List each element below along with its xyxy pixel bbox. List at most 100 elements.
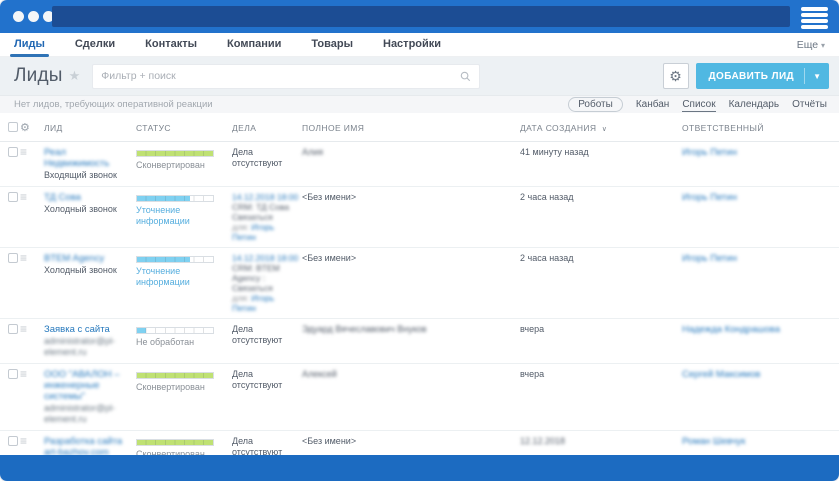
lead-link[interactable]: ТД Сова — [44, 192, 134, 203]
fullname-cell: Алексей — [302, 363, 520, 431]
hamburger-menu-icon[interactable] — [801, 7, 828, 31]
row-menu-icon[interactable]: ≡ — [20, 367, 27, 381]
table-row: ≡ BTEM Agency Холодный звонок Уточнение инф… — [0, 247, 839, 319]
lead-link[interactable]: Заявка с сайта — [44, 324, 134, 335]
view-tab-3[interactable]: Календарь — [729, 98, 779, 111]
main-nav-items: Лиды Сделки Контакты Компании Товары Настройк… — [6, 33, 463, 57]
header-checkbox-cell — [0, 113, 20, 142]
header-gear-cell: ⚙ — [20, 113, 44, 142]
activity-line: Связаться — [232, 212, 273, 222]
created-date-text: 2 часа назад — [520, 253, 574, 263]
table-row: ≡ ООО "АВАЛОН – инженерные системы" admini… — [0, 363, 839, 431]
activity-cell: 14.12.2018 18:00 CRM: ТД Сова Связаться для… — [232, 186, 302, 248]
column-header-1[interactable]: СТАТУС — [136, 113, 232, 142]
activity-cell: 14.12.2018 18:00 CRM: BTEM Agency : Связать… — [232, 247, 302, 319]
column-header-5[interactable]: ОТВЕТСТВЕННЫЙ — [682, 113, 839, 142]
lead-cell: Разработка сайта art-bazhov.cominfo@pl-e… — [44, 430, 136, 455]
row-checkbox[interactable] — [8, 369, 18, 379]
activity-date-link[interactable]: 14.12.2018 18:00 — [232, 253, 300, 263]
responsible-link[interactable]: Игорь Петин — [682, 253, 737, 264]
chevron-down-icon[interactable]: ▼ — [805, 72, 829, 81]
add-lead-label: ДОБАВИТЬ ЛИД — [708, 70, 795, 82]
row-checkbox-cell — [0, 318, 20, 364]
nav-tab-2[interactable]: Контакты — [137, 33, 205, 56]
view-tab-2[interactable]: Список — [682, 98, 716, 112]
toolbar: Лиды ★ ⚙ ДОБАВИТЬ ЛИД ▼ — [0, 57, 839, 95]
responsible-link[interactable]: Надежда Кондрашова — [682, 324, 780, 335]
leads-table-wrap: ⚙ ЛИД СТАТУС ДЕЛА ПОЛНОЕ ИМЯ ДАТА СОЗДАНИЯ ∨ О… — [0, 113, 839, 455]
row-menu-icon[interactable]: ≡ — [20, 145, 27, 159]
add-lead-button[interactable]: ДОБАВИТЬ ЛИД ▼ — [695, 63, 829, 89]
filter-search-box[interactable] — [92, 63, 481, 89]
row-checkbox[interactable] — [8, 147, 18, 157]
row-menu-icon[interactable]: ≡ — [20, 190, 27, 204]
grid-settings-gear-icon[interactable]: ⚙ — [20, 122, 30, 134]
fullname-cell: Эдуард Вячеславович Внуков — [302, 318, 520, 364]
view-tab-4[interactable]: Отчёты — [792, 98, 827, 111]
row-checkbox[interactable] — [8, 324, 18, 334]
row-checkbox-cell — [0, 247, 20, 319]
row-checkbox[interactable] — [8, 436, 18, 446]
responsible-link[interactable]: Игорь Петин — [682, 192, 737, 203]
lead-link[interactable]: Разработка сайта art-bazhov.com — [44, 436, 134, 455]
status-bar-segments — [137, 151, 213, 156]
nav-tab-1[interactable]: Сделки — [67, 33, 123, 56]
row-checkbox[interactable] — [8, 192, 18, 202]
topbar — [0, 0, 839, 33]
nav-tab-5[interactable]: Настройки — [375, 33, 449, 56]
row-menu-icon[interactable]: ≡ — [20, 322, 27, 336]
view-tab-0[interactable]: Роботы — [568, 97, 623, 112]
nav-more-button[interactable]: Еще ▾ — [797, 39, 825, 51]
row-menu-icon[interactable]: ≡ — [20, 434, 27, 448]
row-menu-icon[interactable]: ≡ — [20, 251, 27, 265]
responsible-link[interactable]: Сергей Максимов — [682, 369, 760, 380]
status-label: Сконвертирован — [136, 160, 205, 170]
lead-cell: Заявка с сайта administrator@pl-element.r… — [44, 318, 136, 364]
lead-subtitle: administrator@pl-element.ru — [44, 403, 116, 424]
created-cell: 12.12.2018 — [520, 430, 682, 455]
activity-date-link[interactable]: 14.12.2018 18:00 — [232, 192, 300, 202]
status-label: Сконвертирован — [136, 382, 205, 392]
row-checkbox[interactable] — [8, 253, 18, 263]
column-header-4[interactable]: ДАТА СОЗДАНИЯ ∨ — [520, 113, 682, 142]
nav-tab-3[interactable]: Компании — [219, 33, 289, 56]
lead-cell: ТД Сова Холодный звонок — [44, 186, 136, 248]
status-progress-bar — [136, 150, 214, 157]
view-tab-1[interactable]: Канбан — [636, 98, 670, 111]
window-dot-icon — [13, 11, 24, 22]
favorite-star-icon[interactable]: ★ — [69, 68, 81, 84]
topbar-search-region[interactable] — [52, 6, 790, 27]
status-strip: Нет лидов, требующих оперативной реакции… — [0, 95, 839, 113]
select-all-checkbox[interactable] — [8, 121, 18, 132]
lead-cell: ООО "АВАЛОН – инженерные системы" adminis… — [44, 363, 136, 431]
status-cell: Не обработан — [136, 318, 232, 364]
lead-link[interactable]: ООО "АВАЛОН – инженерные системы" — [44, 369, 134, 402]
created-date-text: 12.12.2018 — [520, 436, 566, 446]
lead-link[interactable]: Реал Недвижимость — [44, 147, 134, 169]
created-date-text: вчера — [520, 324, 545, 334]
activity-empty-label: Дела отсутствуют — [232, 369, 283, 390]
responsible-link[interactable]: Игорь Петин — [682, 147, 737, 158]
settings-gear-button[interactable]: ⚙ — [662, 63, 689, 89]
status-cell: Сконвертирован — [136, 141, 232, 187]
activity-empty-label: Дела отсутствуют — [232, 324, 283, 345]
nav-tab-4[interactable]: Товары — [303, 33, 361, 56]
status-progress-bar — [136, 256, 214, 263]
status-label: Не обработан — [136, 337, 195, 347]
table-row: ≡ Разработка сайта art-bazhov.cominfo@pl-… — [0, 430, 839, 455]
gear-icon: ⚙ — [669, 67, 682, 84]
responsible-cell: Игорь Петин — [682, 141, 839, 187]
activity-line: Agency : — [232, 273, 266, 283]
table-header-row: ⚙ ЛИД СТАТУС ДЕЛА ПОЛНОЕ ИМЯ ДАТА СОЗДАНИЯ ∨ О… — [0, 113, 839, 142]
activity-cell: Дела отсутствуют — [232, 141, 302, 187]
lead-link[interactable]: BTEM Agency — [44, 253, 134, 264]
column-header-3[interactable]: ПОЛНОЕ ИМЯ — [302, 113, 520, 142]
activity-cell: Дела отсутствуют — [232, 363, 302, 431]
nav-tab-0[interactable]: Лиды — [6, 33, 53, 57]
responsible-link[interactable]: Роман Шевчук — [682, 436, 745, 447]
row-checkbox-cell — [0, 363, 20, 431]
column-header-2[interactable]: ДЕЛА — [232, 113, 302, 142]
column-header-0[interactable]: ЛИД — [44, 113, 136, 142]
table-row: ≡ Заявка с сайта administrator@pl-element.… — [0, 318, 839, 364]
search-input[interactable] — [101, 70, 461, 82]
